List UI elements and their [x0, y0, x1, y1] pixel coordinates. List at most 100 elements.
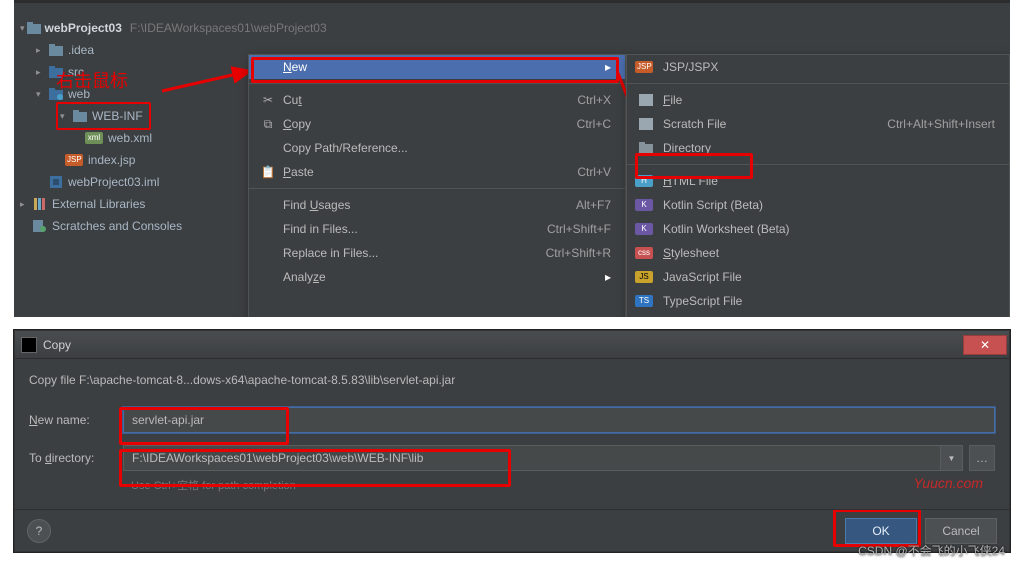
- to-directory-label: To directory:: [29, 451, 123, 465]
- menu-label: Cut: [277, 93, 577, 107]
- menu-label: Copy: [277, 117, 577, 131]
- tree-src[interactable]: ▸ src: [14, 61, 248, 83]
- paste-icon: 📋: [259, 165, 277, 179]
- history-dropdown-button[interactable]: ▼: [941, 445, 963, 471]
- menu-copy-path[interactable]: Copy Path/Reference...: [249, 136, 625, 160]
- tree-extlib[interactable]: ▸ External Libraries: [14, 193, 248, 215]
- chevron-right-icon: ▸: [36, 61, 46, 83]
- tree-label: Scratches and Consoles: [52, 215, 182, 237]
- tree-label: .idea: [68, 39, 94, 61]
- chevron-down-icon: ▾: [20, 17, 25, 39]
- project-name: webProject03: [45, 17, 122, 39]
- menu-shortcut: Ctrl+Alt+Shift+Insert: [887, 117, 995, 131]
- menu-label: Stylesheet: [655, 246, 995, 260]
- menu-new[interactable]: New ▸: [249, 55, 625, 79]
- menu-label: Kotlin Worksheet (Beta): [655, 222, 995, 236]
- chevron-right-icon: ▸: [36, 39, 46, 61]
- dialog-title: Copy: [43, 338, 963, 352]
- to-directory-input[interactable]: [123, 445, 941, 471]
- menu-analyze[interactable]: Analyze ▸: [249, 265, 625, 289]
- completion-hint: Use Ctrl+空格 for path completion: [131, 477, 995, 493]
- new-name-label: New name:: [29, 413, 123, 427]
- menu-copy[interactable]: ⧉ Copy Ctrl+C: [249, 112, 625, 136]
- file-icon: [637, 94, 655, 106]
- copy-dialog: Copy ✕ Copy file F:\apache-tomcat-8...do…: [14, 330, 1010, 552]
- js-icon: JS: [637, 271, 655, 283]
- project-path: F:\IDEAWorkspaces01\webProject03: [130, 17, 327, 39]
- scratches-icon: [32, 219, 48, 233]
- submenu-arrow-icon: ▸: [601, 270, 611, 284]
- ts-icon: TS: [637, 295, 655, 307]
- menu-label: Scratch File: [655, 117, 887, 131]
- tree-scratches[interactable]: Scratches and Consoles: [14, 215, 248, 237]
- watermark-yuucn: Yuucn.com: [913, 475, 983, 491]
- menu-replace-in-files[interactable]: Replace in Files... Ctrl+Shift+R: [249, 241, 625, 265]
- menu-separator: [627, 83, 1009, 84]
- menu-label: New: [277, 60, 601, 74]
- menu-label: HTML File: [655, 174, 995, 188]
- help-button[interactable]: ?: [27, 519, 51, 543]
- new-name-input[interactable]: [123, 407, 995, 433]
- menu-cut[interactable]: ✂ Cut Ctrl+X: [249, 88, 625, 112]
- project-tree: ▾ webProject03 F:\IDEAWorkspaces01\webPr…: [14, 17, 248, 237]
- kotlin-icon: K: [637, 223, 655, 235]
- menu-label: Analyze: [277, 270, 601, 284]
- cancel-button[interactable]: Cancel: [925, 518, 997, 544]
- scratch-icon: [637, 118, 655, 130]
- ok-button[interactable]: OK: [845, 518, 917, 544]
- tree-webxml[interactable]: xml web.xml: [14, 127, 248, 149]
- menu-label: Copy Path/Reference...: [277, 141, 611, 155]
- chevron-down-icon: ▾: [36, 83, 46, 105]
- html-icon: H: [637, 175, 655, 187]
- menu-new-kts[interactable]: K Kotlin Script (Beta): [627, 193, 1009, 217]
- folder-icon: [27, 21, 41, 35]
- menu-label: Paste: [277, 165, 577, 179]
- tree-project-root[interactable]: ▾ webProject03 F:\IDEAWorkspaces01\webPr…: [14, 17, 248, 39]
- menu-label: Find Usages: [277, 198, 576, 212]
- menu-find-usages[interactable]: Find Usages Alt+F7: [249, 193, 625, 217]
- menu-label: Find in Files...: [277, 222, 547, 236]
- menu-new-file[interactable]: File: [627, 88, 1009, 112]
- tree-label: web.xml: [108, 127, 152, 149]
- browse-button[interactable]: …: [969, 445, 995, 471]
- menu-new-ts[interactable]: TS TypeScript File: [627, 289, 1009, 313]
- menu-shortcut: Ctrl+C: [577, 117, 611, 131]
- menu-label: Directory: [655, 141, 995, 155]
- dialog-titlebar: Copy ✕: [15, 331, 1009, 359]
- close-button[interactable]: ✕: [963, 335, 1007, 355]
- context-menu-main: New ▸ ✂ Cut Ctrl+X ⧉ Copy Ctrl+C Copy Pa…: [248, 54, 626, 317]
- menu-separator: [249, 188, 625, 189]
- kotlin-icon: K: [637, 199, 655, 211]
- menu-find-in-files[interactable]: Find in Files... Ctrl+Shift+F: [249, 217, 625, 241]
- menu-new-jsp[interactable]: JSP JSP/JSPX: [627, 55, 1009, 79]
- tree-idea[interactable]: ▸ .idea: [14, 39, 248, 61]
- tree-label: index.jsp: [88, 149, 135, 171]
- row-to-directory: To directory: ▼ …: [29, 445, 995, 471]
- jsp-file-icon: JSP: [68, 153, 84, 167]
- menu-new-html[interactable]: H HTML File: [627, 169, 1009, 193]
- tree-indexjsp[interactable]: JSP index.jsp: [14, 149, 248, 171]
- jsp-icon: JSP: [637, 61, 655, 73]
- menu-paste[interactable]: 📋 Paste Ctrl+V: [249, 160, 625, 184]
- menu-new-js[interactable]: JS JavaScript File: [627, 265, 1009, 289]
- menu-label: Kotlin Script (Beta): [655, 198, 995, 212]
- app-icon: [21, 337, 37, 353]
- menu-shortcut: Ctrl+Shift+R: [546, 246, 611, 260]
- dialog-body: Copy file F:\apache-tomcat-8...dows-x64\…: [15, 359, 1009, 503]
- copy-icon: ⧉: [259, 117, 277, 132]
- tree-iml[interactable]: webProject03.iml: [14, 171, 248, 193]
- menu-shortcut: Ctrl+Shift+F: [547, 222, 611, 236]
- menu-shortcut: Ctrl+X: [577, 93, 611, 107]
- menu-new-directory[interactable]: Directory: [627, 136, 1009, 160]
- submenu-arrow-icon: ▸: [601, 60, 611, 74]
- chevron-right-icon: ▸: [20, 193, 30, 215]
- menu-label: JSP/JSPX: [655, 60, 995, 74]
- tree-web-inf[interactable]: ▾ WEB-INF: [14, 105, 248, 127]
- menu-label: TypeScript File: [655, 294, 995, 308]
- xml-file-icon: xml: [88, 131, 104, 145]
- menu-label: File: [655, 93, 995, 107]
- menu-new-stylesheet[interactable]: css Stylesheet: [627, 241, 1009, 265]
- menu-new-scratch[interactable]: Scratch File Ctrl+Alt+Shift+Insert: [627, 112, 1009, 136]
- menu-new-ktws[interactable]: K Kotlin Worksheet (Beta): [627, 217, 1009, 241]
- chevron-down-icon: ▾: [60, 105, 70, 127]
